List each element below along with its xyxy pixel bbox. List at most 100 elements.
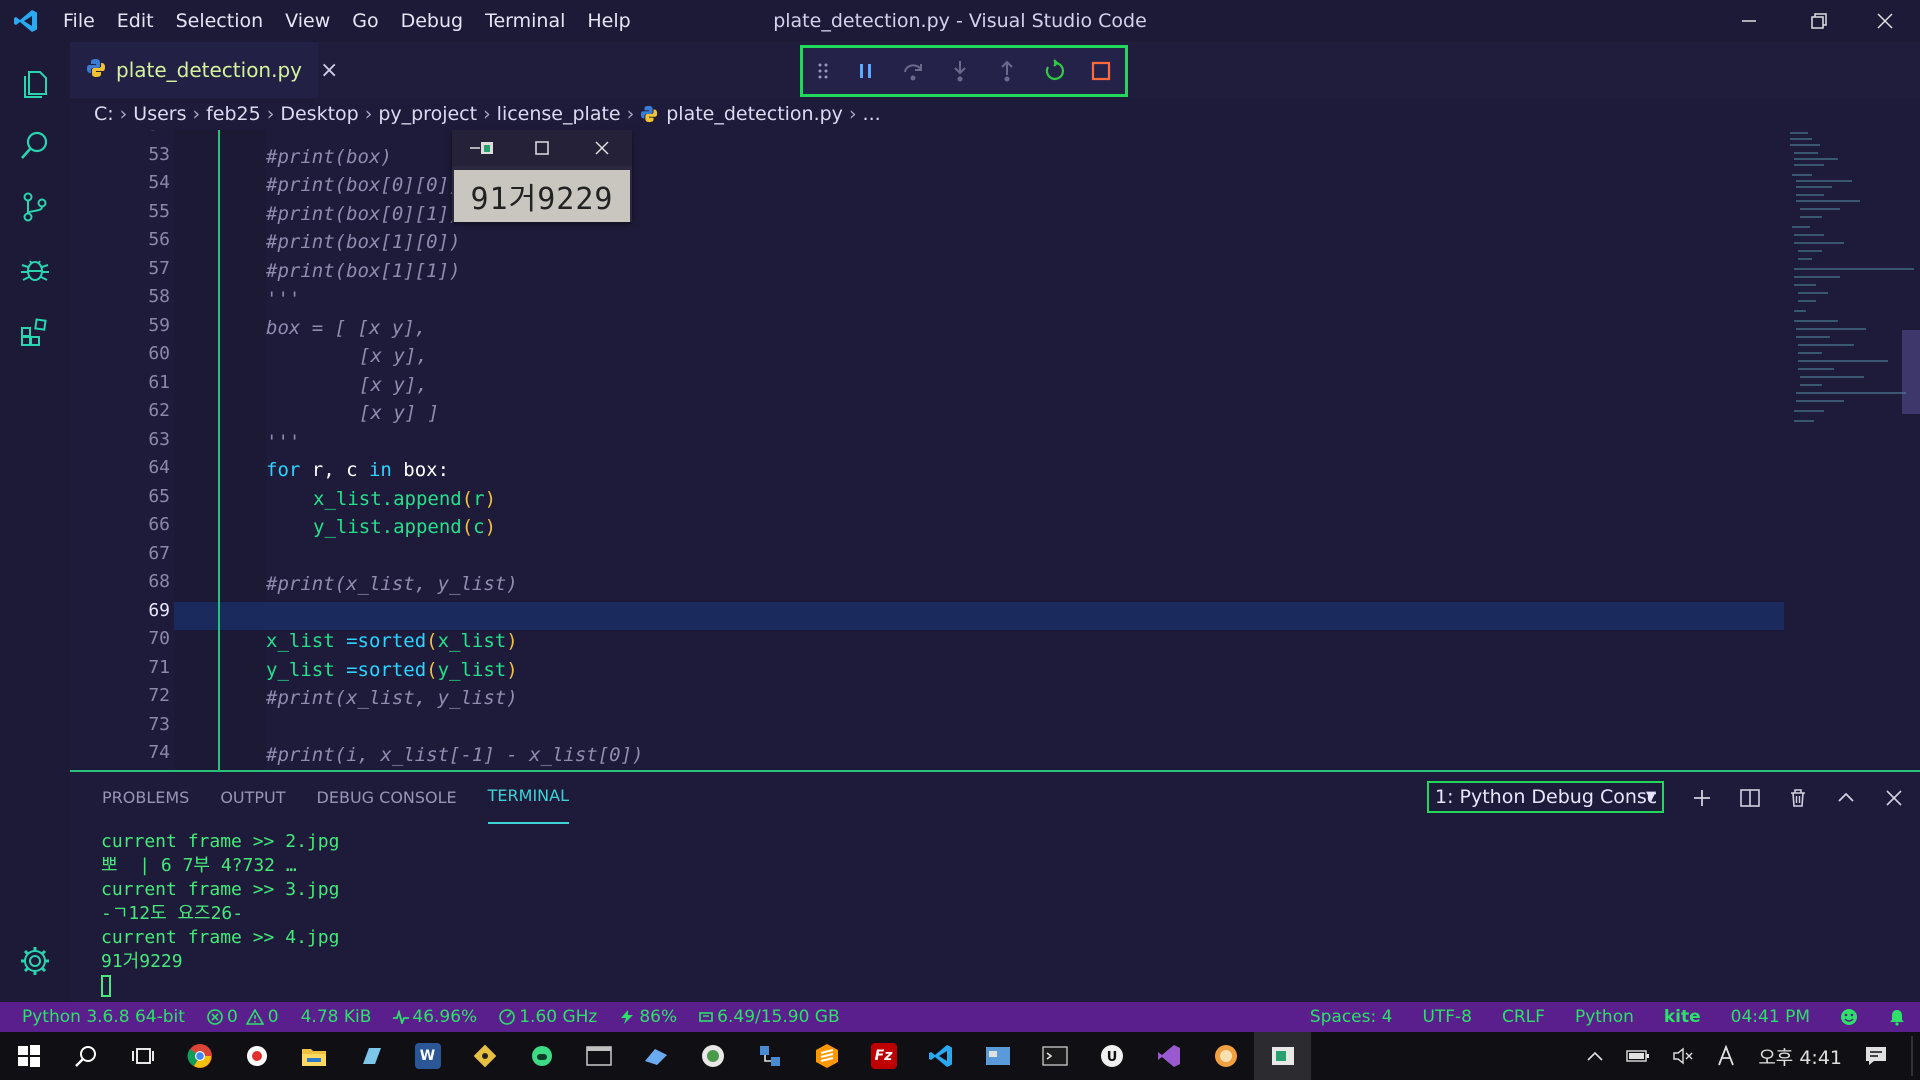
image-window-minimize-button[interactable] (452, 130, 512, 166)
breadcrumb-feb25[interactable]: feb25 (206, 103, 261, 125)
file-explorer-icon[interactable] (285, 1032, 342, 1080)
image-window-titlebar[interactable] (452, 130, 632, 166)
input-method-icon[interactable] (1716, 1045, 1736, 1067)
show-hidden-icons-chevron-icon[interactable] (1586, 1050, 1604, 1062)
task-view-icon[interactable] (114, 1032, 171, 1080)
git-app-icon[interactable] (456, 1032, 513, 1080)
restore-button[interactable] (1784, 0, 1854, 42)
start-windows-icon[interactable] (0, 1032, 57, 1080)
tab-output[interactable]: OUTPUT (220, 772, 285, 824)
image-preview-window[interactable]: 91거9229 (452, 130, 632, 222)
new-terminal-icon[interactable] (1682, 782, 1722, 814)
trash-icon[interactable] (1778, 782, 1818, 814)
menu-view[interactable]: View (274, 0, 341, 42)
kite-status[interactable]: kite (1664, 1007, 1701, 1027)
image-viewer-active-icon[interactable] (1254, 1032, 1311, 1080)
tab-terminal[interactable]: TERMINAL (487, 772, 570, 824)
tab-plate-detection[interactable]: plate_detection.py × (70, 42, 338, 98)
visual-studio-icon[interactable] (1140, 1032, 1197, 1080)
chrome-icon[interactable] (171, 1032, 228, 1080)
terminal-selector-dropdown[interactable]: 1: Python Debug Consc ▼ (1427, 781, 1664, 813)
line-number: 61 (148, 372, 170, 393)
taskbar-search-icon[interactable] (57, 1032, 114, 1080)
maximize-panel-icon[interactable] (1826, 782, 1866, 814)
code-area[interactable]: #print(box) #print(box[0][0]) #print(box… (174, 130, 1854, 770)
drag-handle-icon[interactable] (803, 48, 842, 94)
menu-edit[interactable]: Edit (106, 0, 165, 42)
breadcrumb-desktop[interactable]: Desktop (280, 103, 358, 125)
terminal-line: 91거9229 (101, 951, 183, 972)
notifications-bell-icon[interactable] (1888, 1008, 1906, 1026)
image-window-close-button[interactable] (572, 130, 632, 166)
cpu-frequency: 1.60 GHz (499, 1007, 597, 1027)
image-window-maximize-button[interactable] (512, 130, 572, 166)
breadcrumb-drive[interactable]: C: (94, 103, 114, 125)
taskbar-clock[interactable]: 오후 4:41 (1758, 1043, 1842, 1070)
extensions-icon[interactable] (12, 308, 58, 354)
license-plate-image: 91거9229 (454, 170, 630, 222)
scrollbar-thumb[interactable] (1902, 330, 1920, 414)
menu-terminal[interactable]: Terminal (474, 0, 576, 42)
menu-selection[interactable]: Selection (165, 0, 275, 42)
breadcrumb-symbol[interactable]: ... (863, 103, 881, 125)
source-control-icon[interactable] (12, 184, 58, 230)
problems-indicator[interactable]: 0 0 (207, 1007, 279, 1027)
settings-gear-icon[interactable] (12, 938, 58, 984)
step-into-icon[interactable] (937, 48, 984, 94)
word-icon[interactable]: W (399, 1032, 456, 1080)
encoding[interactable]: UTF-8 (1422, 1007, 1472, 1027)
code-editor[interactable]: 52 53 54 55 56 57 58 59 60 61 62 63 64 6… (70, 130, 1920, 770)
network-app-icon[interactable] (741, 1032, 798, 1080)
tab-close-icon[interactable]: × (320, 58, 338, 83)
command-prompt-icon[interactable] (1026, 1032, 1083, 1080)
close-panel-icon[interactable] (1874, 782, 1914, 814)
menu-file[interactable]: File (52, 0, 106, 42)
filezilla-icon[interactable]: Fz (855, 1032, 912, 1080)
step-over-icon[interactable] (889, 48, 936, 94)
breadcrumb-license-plate[interactable]: license_plate (497, 103, 621, 125)
minimize-button[interactable] (1714, 0, 1784, 42)
breadcrumb-users[interactable]: Users (133, 103, 186, 125)
vscode-taskbar-icon[interactable] (912, 1032, 969, 1080)
code-line-append-x: x_list.append(r) (313, 485, 496, 513)
breadcrumb-file[interactable]: plate_detection.py (666, 103, 843, 125)
record-app-icon[interactable] (228, 1032, 285, 1080)
minimap[interactable] (1780, 130, 1920, 770)
control-panel-icon[interactable] (969, 1032, 1026, 1080)
pause-icon[interactable] (842, 48, 889, 94)
indentation[interactable]: Spaces: 4 (1310, 1007, 1393, 1027)
close-window-button[interactable] (1850, 0, 1920, 42)
menu-go[interactable]: Go (341, 0, 389, 42)
show-desktop-button[interactable] (1910, 1036, 1914, 1076)
python-interpreter[interactable]: Python 3.6.8 64-bit (22, 1007, 185, 1027)
stop-icon[interactable] (1078, 48, 1125, 94)
notes-app-icon[interactable] (342, 1032, 399, 1080)
terminal-output[interactable]: current frame >> 2.jpg 뽀 | 6 7부 4?732 … … (101, 830, 339, 997)
tab-problems[interactable]: PROBLEMS (102, 772, 189, 824)
restart-icon[interactable] (1031, 48, 1078, 94)
line-ending[interactable]: CRLF (1502, 1007, 1545, 1027)
breadcrumb-py-project[interactable]: py_project (378, 103, 477, 125)
action-center-icon[interactable] (1864, 1045, 1888, 1067)
split-terminal-icon[interactable] (1730, 782, 1770, 814)
search-icon[interactable] (12, 122, 58, 168)
battery-icon[interactable] (1626, 1049, 1650, 1063)
menu-help[interactable]: Help (576, 0, 641, 42)
android-studio-icon[interactable] (513, 1032, 570, 1080)
chevron-right-icon: › (364, 103, 373, 125)
step-out-icon[interactable] (984, 48, 1031, 94)
tab-debug-console[interactable]: DEBUG CONSOLE (317, 772, 457, 824)
python-file-icon (640, 105, 658, 123)
window-app-icon[interactable] (570, 1032, 627, 1080)
debug-icon[interactable] (12, 246, 58, 292)
menu-debug[interactable]: Debug (390, 0, 474, 42)
anaconda-icon[interactable] (684, 1032, 741, 1080)
feedback-smiley-icon[interactable] (1840, 1008, 1858, 1026)
language-mode[interactable]: Python (1575, 1007, 1634, 1027)
azure-storage-icon[interactable] (627, 1032, 684, 1080)
unreal-engine-icon[interactable]: U (1083, 1032, 1140, 1080)
sublime-text-icon[interactable] (798, 1032, 855, 1080)
explorer-icon[interactable] (12, 60, 58, 106)
volume-muted-icon[interactable] (1672, 1047, 1694, 1065)
browser-app-icon[interactable] (1197, 1032, 1254, 1080)
